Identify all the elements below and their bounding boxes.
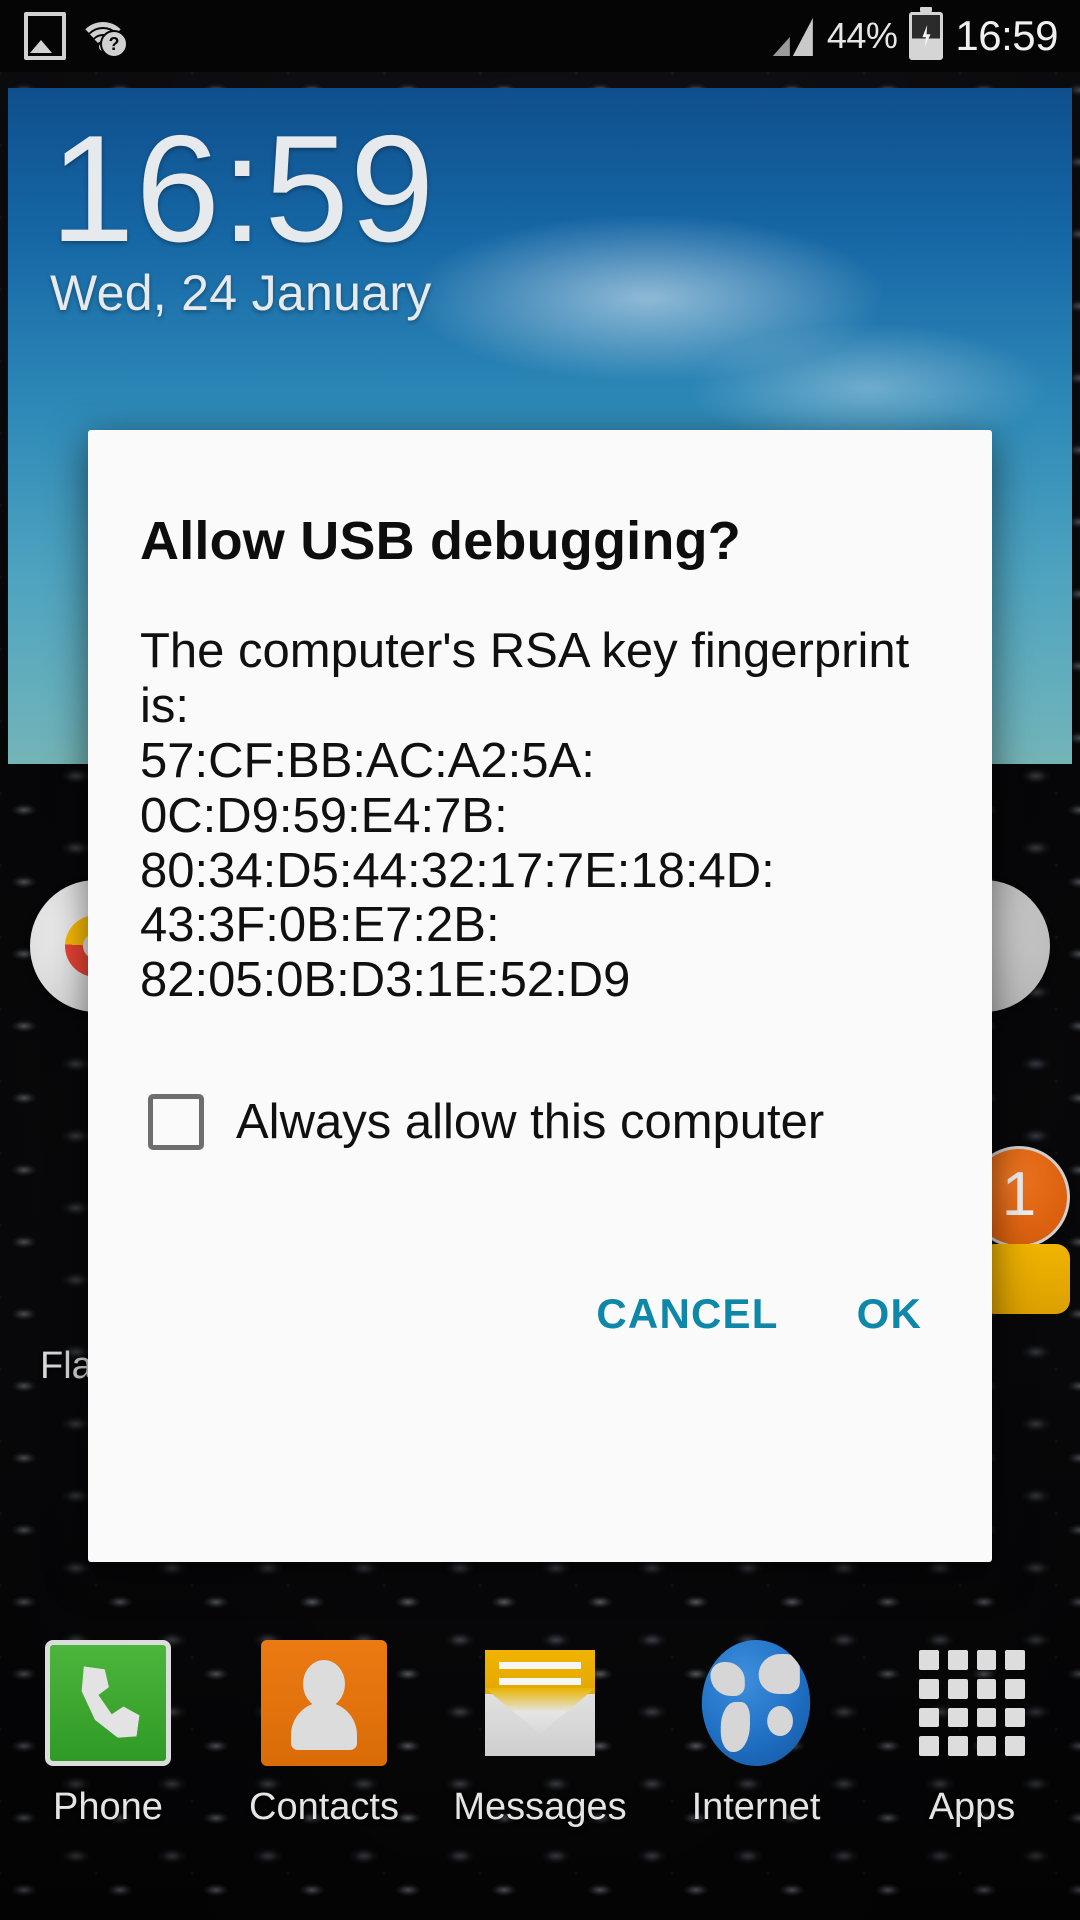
dock-label-apps: Apps — [928, 1786, 1016, 1828]
battery-charging-icon — [909, 12, 944, 60]
dock-label-contacts: Contacts — [249, 1786, 399, 1828]
status-bar-right-icons: 44% 16:59 — [772, 12, 1080, 60]
cancel-button[interactable]: CANCEL — [562, 1272, 812, 1356]
dock-label-phone: Phone — [53, 1786, 163, 1828]
dock: Phone Contacts Messages Internet Apps — [0, 1640, 1080, 1900]
dock-item-phone[interactable]: Phone — [0, 1640, 216, 1900]
question-mark-glyph: ? — [100, 30, 128, 58]
partial-app-icon[interactable] — [980, 1244, 1070, 1314]
internet-globe-icon[interactable] — [701, 1640, 811, 1766]
ok-button[interactable]: OK — [823, 1272, 956, 1356]
clock-widget-time: 16:59 — [50, 104, 436, 274]
messages-icon[interactable] — [477, 1640, 603, 1766]
home-icon-label-left: Fla — [40, 1345, 93, 1387]
phone-icon[interactable] — [45, 1640, 171, 1766]
usb-debugging-dialog: Allow USB debugging? The computer's RSA … — [88, 430, 992, 1562]
dock-item-apps[interactable]: Apps — [864, 1640, 1080, 1900]
dock-label-messages: Messages — [453, 1786, 627, 1828]
contacts-icon[interactable] — [261, 1640, 387, 1766]
dialog-title: Allow USB debugging? — [140, 511, 741, 571]
dock-item-internet[interactable]: Internet — [648, 1640, 864, 1900]
clock-widget: 16:59 Wed, 24 January — [50, 104, 436, 322]
always-allow-checkbox[interactable] — [148, 1094, 204, 1151]
status-bar[interactable]: ? 44% 16:59 — [0, 0, 1080, 72]
battery-percent-label: 44% — [826, 15, 898, 56]
apps-grid-icon[interactable] — [909, 1640, 1035, 1766]
dock-label-internet: Internet — [691, 1786, 821, 1828]
always-allow-label: Always allow this computer — [236, 1095, 825, 1150]
clock-widget-date: Wed, 24 January — [50, 264, 432, 321]
dialog-button-row: CANCEL OK — [88, 1150, 992, 1400]
dock-item-contacts[interactable]: Contacts — [216, 1640, 432, 1900]
status-bar-clock: 16:59 — [955, 12, 1058, 59]
status-bar-left-icons: ? — [0, 12, 128, 60]
dialog-message: The computer's RSA key fingerprint is: 5… — [140, 624, 910, 1008]
dock-item-messages[interactable]: Messages — [432, 1640, 648, 1900]
signal-bars-icon — [772, 16, 815, 56]
wifi-question-icon: ? — [78, 16, 128, 58]
always-allow-row[interactable]: Always allow this computer — [88, 1008, 992, 1151]
screenshot-icon — [24, 12, 66, 60]
